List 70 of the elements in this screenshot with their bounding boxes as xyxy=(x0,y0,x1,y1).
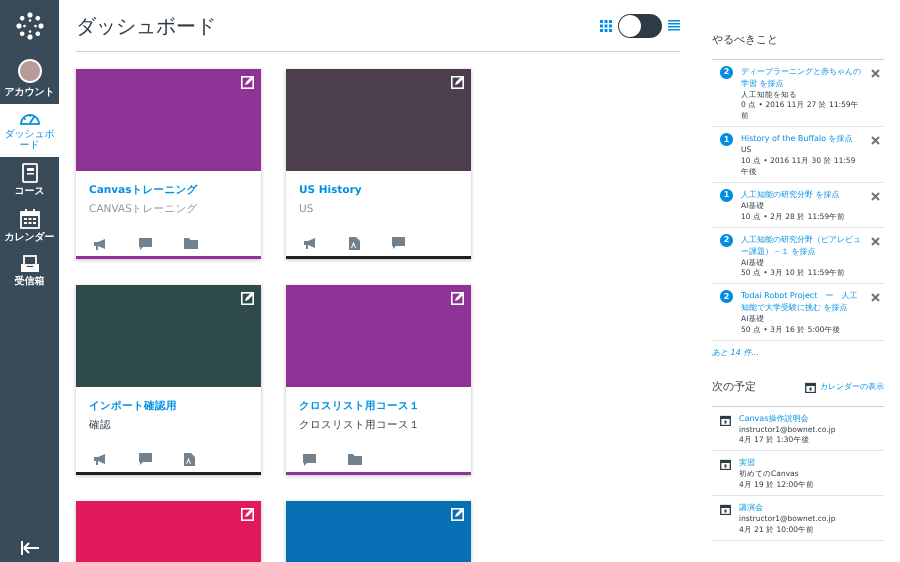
course-title-link[interactable]: クロスリスト用コース１ xyxy=(299,399,458,415)
sidebar-item[interactable]: アカウント xyxy=(0,52,59,104)
speech-bubble-icon[interactable] xyxy=(303,454,316,466)
view-toggle[interactable] xyxy=(618,14,662,38)
logo-icon xyxy=(16,12,44,40)
sidebar-item[interactable]: コース xyxy=(0,157,59,203)
todo-link[interactable]: Todai Robot Project ー 人工知能で大学受験に挑む を採点 xyxy=(741,290,863,314)
megaphone-icon[interactable] xyxy=(303,237,317,249)
section-title: やるべきこと xyxy=(712,0,884,60)
document-icon[interactable] xyxy=(184,453,195,466)
sidebar-item[interactable]: 受信箱 xyxy=(0,249,59,293)
edit-icon[interactable] xyxy=(241,76,254,89)
course-code: US xyxy=(299,202,314,217)
close-icon[interactable] xyxy=(871,236,880,246)
todo-link[interactable]: ディープラーニングと赤ちゃんの学習 を採点 xyxy=(741,66,863,90)
course-card[interactable]: クロスリスト用コース１ クロスリスト用コース１ xyxy=(286,285,471,475)
course-code: CANVASトレーニング xyxy=(89,202,199,217)
speech-bubble-icon[interactable] xyxy=(392,237,405,249)
count-label: 1 xyxy=(720,188,733,202)
list-view-icon xyxy=(668,20,680,31)
avatar-icon xyxy=(16,58,42,84)
count-label: 2 xyxy=(720,290,733,304)
event-link[interactable]: Canvas操作説明会 xyxy=(739,412,836,424)
edit-icon[interactable] xyxy=(241,292,254,305)
course-card[interactable]: US History US xyxy=(286,69,471,259)
edit-icon[interactable] xyxy=(451,76,464,89)
count-label: 1 xyxy=(720,133,733,146)
todo-link[interactable]: History of the Buffalo を採点 xyxy=(741,133,863,146)
calendar-icon xyxy=(720,414,731,426)
megaphone-icon[interactable] xyxy=(93,453,107,465)
close-icon[interactable] xyxy=(871,68,880,78)
course-card[interactable]: Canvasトレーニング CANVASトレーニング xyxy=(76,69,261,259)
edit-icon[interactable] xyxy=(451,508,464,521)
edit-icon[interactable] xyxy=(451,292,464,305)
speech-bubble-icon[interactable] xyxy=(139,453,152,465)
count-label: 2 xyxy=(720,66,733,78)
sidebar-item[interactable]: ダッシュボード xyxy=(0,104,59,157)
folder-icon[interactable] xyxy=(184,238,198,249)
calendar-link[interactable]: カレンダーの表示 xyxy=(805,381,884,394)
count-label: 2 xyxy=(720,234,733,246)
folder-icon[interactable] xyxy=(348,454,362,465)
calendar-icon xyxy=(720,504,731,515)
megaphone-icon[interactable] xyxy=(93,238,107,250)
course-title-link[interactable]: Canvasトレーニング xyxy=(89,183,248,199)
inbox-icon xyxy=(20,255,40,273)
calendar-icon xyxy=(805,382,816,393)
notebook-icon xyxy=(20,163,38,183)
todo-link[interactable]: 人工知能の研究分野（ピアレビュー課題）－１ を採点 xyxy=(741,234,863,258)
course-code: 確認 xyxy=(89,418,112,433)
event-link[interactable]: 実習 xyxy=(739,457,814,470)
more-link[interactable]: あと 14 件... xyxy=(712,347,884,359)
course-card[interactable]: インポート確認用 確認 xyxy=(76,285,261,475)
calendar-icon xyxy=(20,209,40,229)
close-icon[interactable] xyxy=(871,136,880,146)
document-icon[interactable] xyxy=(349,237,360,250)
calendar-icon xyxy=(720,459,731,470)
close-icon[interactable] xyxy=(871,293,880,302)
grid-view-icon xyxy=(600,20,612,32)
todo-link[interactable]: 人工知能の研究分野 を採点 xyxy=(741,188,863,201)
course-title-link[interactable]: US History xyxy=(299,183,458,199)
course-title-link[interactable]: インポート確認用 xyxy=(89,399,248,415)
sidebar-item[interactable]: カレンダー xyxy=(0,203,59,249)
edit-icon[interactable] xyxy=(241,508,254,521)
page-title: ダッシュボード xyxy=(76,14,216,38)
collapse-icon[interactable] xyxy=(20,540,40,556)
close-icon[interactable] xyxy=(871,192,880,201)
course-code: クロスリスト用コース１ xyxy=(299,418,421,433)
speech-bubble-icon[interactable] xyxy=(139,238,152,250)
section-title: 次の予定 xyxy=(712,379,756,395)
event-link[interactable]: 講演会 xyxy=(739,502,836,514)
